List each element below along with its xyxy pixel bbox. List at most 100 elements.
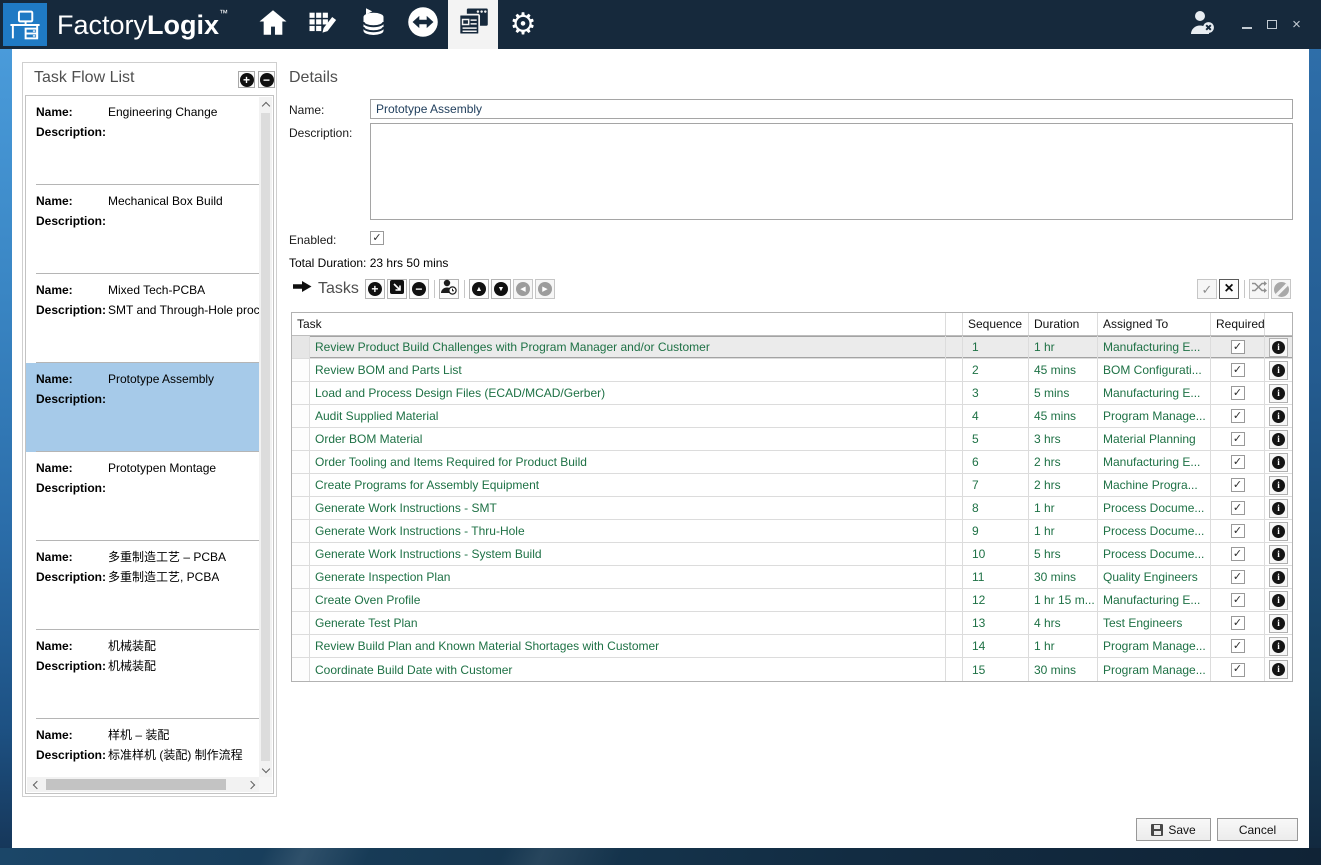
info-button[interactable]: i (1269, 545, 1288, 564)
info-button[interactable]: i (1269, 407, 1288, 426)
task-row[interactable]: Generate Work Instructions - Thru-Hole 9… (292, 520, 1292, 543)
required-checkbox[interactable]: ✓ (1231, 547, 1245, 561)
task-flow-item[interactable]: Name: Mixed Tech-PCBA Description: SMT a… (26, 274, 259, 363)
required-checkbox[interactable]: ✓ (1231, 340, 1245, 354)
save-button[interactable]: Save (1136, 818, 1211, 841)
col-assigned-to[interactable]: Assigned To (1098, 313, 1211, 335)
row-selector-gutter[interactable] (292, 474, 310, 496)
required-checkbox[interactable]: ✓ (1231, 501, 1245, 515)
task-row[interactable]: Create Programs for Assembly Equipment 7… (292, 474, 1292, 497)
required-checkbox[interactable]: ✓ (1231, 593, 1245, 607)
required-checkbox[interactable]: ✓ (1231, 616, 1245, 630)
nav-documents[interactable] (448, 0, 498, 49)
add-task-button[interactable]: + (365, 279, 385, 299)
task-flow-item[interactable]: Name: Engineering Change Description: (26, 96, 259, 185)
nav-settings[interactable]: ⚙ (498, 0, 548, 49)
task-row[interactable]: Load and Process Design Files (ECAD/MCAD… (292, 382, 1292, 405)
row-selector-gutter[interactable] (292, 336, 310, 358)
assign-user-button[interactable] (439, 279, 459, 299)
task-flow-item[interactable]: Name: Prototype Assembly Description: (26, 363, 259, 452)
disable-button[interactable] (1271, 279, 1291, 299)
row-selector-gutter[interactable] (292, 359, 310, 381)
info-button[interactable]: i (1269, 384, 1288, 403)
scroll-right-arrow[interactable] (244, 777, 260, 792)
task-row[interactable]: Coordinate Build Date with Customer 15 3… (292, 658, 1292, 681)
minimize-button[interactable] (1234, 14, 1259, 36)
logout-user-button[interactable] (1180, 9, 1224, 41)
task-flow-item[interactable]: Name: 多重制造工艺 – PCBA Description: 多重制造工艺,… (26, 541, 259, 630)
required-checkbox[interactable]: ✓ (1231, 409, 1245, 423)
close-button[interactable]: × (1284, 14, 1309, 36)
task-row[interactable]: Create Oven Profile 12 1 hr 15 m... Manu… (292, 589, 1292, 612)
required-checkbox[interactable]: ✓ (1231, 386, 1245, 400)
info-button[interactable]: i (1269, 614, 1288, 633)
row-selector-gutter[interactable] (292, 566, 310, 588)
task-row[interactable]: Order Tooling and Items Required for Pro… (292, 451, 1292, 474)
info-button[interactable]: i (1269, 522, 1288, 541)
nav-materials[interactable] (348, 0, 398, 49)
task-row[interactable]: Audit Supplied Material 4 45 mins Progra… (292, 405, 1292, 428)
nav-home[interactable] (248, 0, 298, 49)
task-flow-item[interactable]: Name: Prototypen Montage Description: (26, 452, 259, 541)
col-sequence[interactable]: Sequence (963, 313, 1029, 335)
info-button[interactable]: i (1269, 453, 1288, 472)
description-textarea[interactable] (370, 123, 1293, 220)
edit-task-button[interactable] (387, 279, 407, 299)
maximize-button[interactable] (1259, 14, 1284, 36)
horizontal-scroll-thumb[interactable] (46, 779, 226, 790)
info-button[interactable]: i (1269, 476, 1288, 495)
row-selector-gutter[interactable] (292, 451, 310, 473)
remove-task-button[interactable]: − (409, 279, 429, 299)
vertical-scrollbar[interactable] (259, 97, 272, 777)
cancel-button[interactable]: Cancel (1217, 818, 1298, 841)
col-duration[interactable]: Duration (1029, 313, 1098, 335)
task-flow-item[interactable]: Name: Mechanical Box Build Description: (26, 185, 259, 274)
vertical-scroll-thumb[interactable] (261, 113, 270, 761)
scroll-up-arrow[interactable] (259, 97, 272, 111)
info-button[interactable]: i (1269, 361, 1288, 380)
uncheck-all-button[interactable]: × (1219, 279, 1239, 299)
task-row[interactable]: Generate Work Instructions - System Buil… (292, 543, 1292, 566)
required-checkbox[interactable]: ✓ (1231, 524, 1245, 538)
info-button[interactable]: i (1269, 499, 1288, 518)
info-button[interactable]: i (1269, 568, 1288, 587)
nav-planning[interactable] (298, 0, 348, 49)
row-selector-gutter[interactable] (292, 405, 310, 427)
task-row[interactable]: Generate Work Instructions - SMT 8 1 hr … (292, 497, 1292, 520)
info-button[interactable]: i (1269, 637, 1288, 656)
task-flow-item[interactable]: Name: 机械装配 Description: 机械装配 (26, 630, 259, 719)
row-selector-gutter[interactable] (292, 635, 310, 657)
required-checkbox[interactable]: ✓ (1231, 455, 1245, 469)
info-button[interactable]: i (1269, 660, 1288, 679)
required-checkbox[interactable]: ✓ (1231, 663, 1245, 677)
task-row[interactable]: Generate Inspection Plan 11 30 mins Qual… (292, 566, 1292, 589)
row-selector-gutter[interactable] (292, 520, 310, 542)
remove-task-flow-button[interactable]: − (258, 71, 275, 88)
nav-sync[interactable] (398, 0, 448, 49)
col-required[interactable]: Required (1211, 313, 1265, 335)
col-task[interactable]: Task (292, 313, 946, 335)
horizontal-scrollbar[interactable] (27, 777, 260, 792)
info-button[interactable]: i (1269, 591, 1288, 610)
task-row[interactable]: Review BOM and Parts List 2 45 mins BOM … (292, 359, 1292, 382)
task-row[interactable]: Generate Test Plan 13 4 hrs Test Enginee… (292, 612, 1292, 635)
scroll-down-arrow[interactable] (259, 763, 272, 777)
move-task-up-button[interactable]: ▲ (469, 279, 489, 299)
task-row[interactable]: Review Product Build Challenges with Pro… (292, 336, 1292, 359)
required-checkbox[interactable]: ✓ (1231, 570, 1245, 584)
row-selector-gutter[interactable] (292, 382, 310, 404)
task-flow-item[interactable]: Name: 样机 – 装配 Description: 标准样机 (装配) 制作流… (26, 719, 259, 777)
row-selector-gutter[interactable] (292, 612, 310, 634)
name-input[interactable] (370, 99, 1293, 119)
info-button[interactable]: i (1269, 338, 1288, 357)
add-task-flow-button[interactable]: + (238, 71, 255, 88)
check-all-button[interactable]: ✓ (1197, 279, 1217, 299)
move-task-right-button[interactable]: ▶ (535, 279, 555, 299)
row-selector-gutter[interactable] (292, 428, 310, 450)
scroll-left-arrow[interactable] (27, 777, 43, 792)
required-checkbox[interactable]: ✓ (1231, 478, 1245, 492)
required-checkbox[interactable]: ✓ (1231, 432, 1245, 446)
required-checkbox[interactable]: ✓ (1231, 639, 1245, 653)
info-button[interactable]: i (1269, 430, 1288, 449)
required-checkbox[interactable]: ✓ (1231, 363, 1245, 377)
